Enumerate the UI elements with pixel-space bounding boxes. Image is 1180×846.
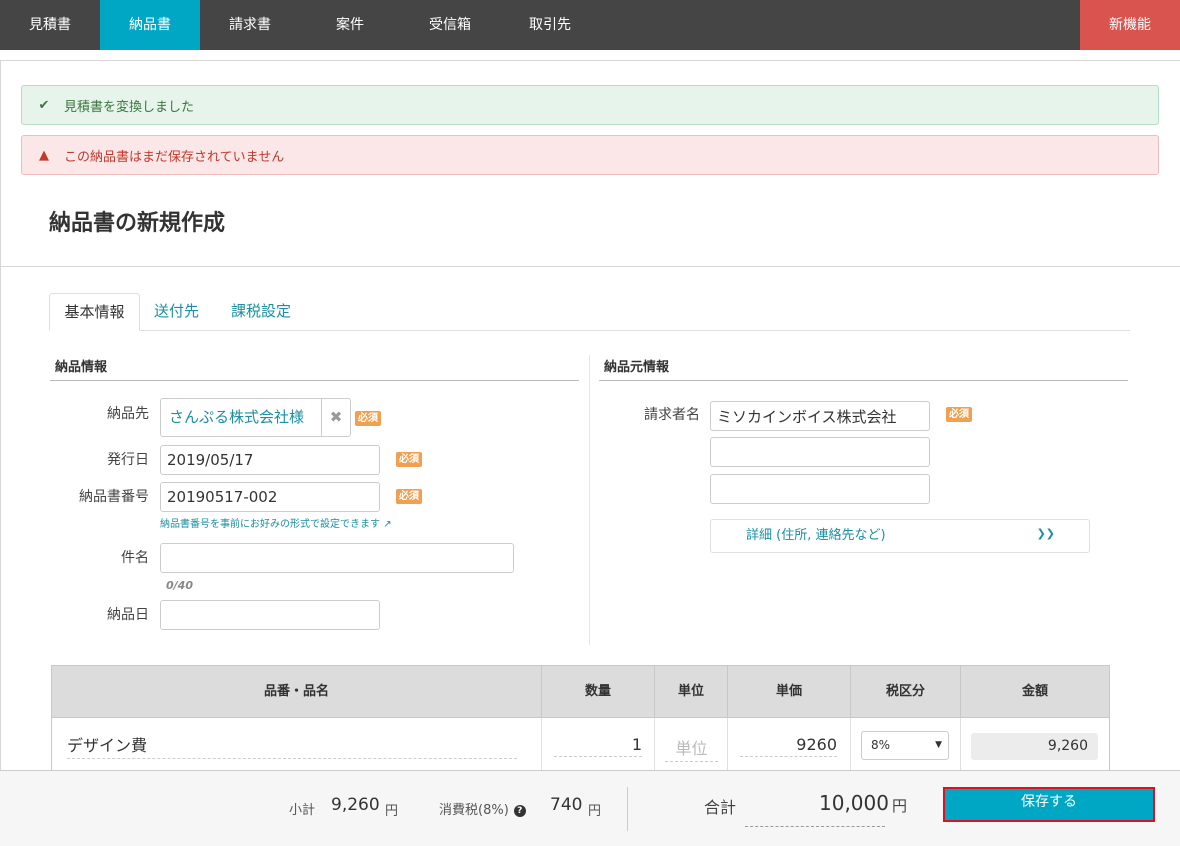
top-nav: 見積書 納品書 請求書 案件 受信箱 取引先 新機能 bbox=[0, 0, 1180, 50]
amount-value: 9,260 bbox=[971, 733, 1098, 760]
unit-input[interactable]: 単位 bbox=[665, 735, 718, 762]
nav-tab-delivery-notes[interactable]: 納品書 bbox=[100, 0, 200, 50]
sender-line2-input[interactable] bbox=[710, 437, 930, 467]
details-toggle-label[interactable]: 詳細 (住所, 連絡先など) bbox=[746, 520, 886, 552]
subtotal-value: 9,260 bbox=[331, 795, 380, 815]
col-tax: 税区分 bbox=[851, 666, 961, 717]
item-name-input[interactable]: デザイン費 bbox=[67, 732, 517, 759]
divider bbox=[0, 266, 1180, 267]
help-icon[interactable]: ? bbox=[513, 805, 526, 817]
tax-value: 740 bbox=[550, 795, 583, 815]
nav-tab-estimates[interactable]: 見積書 bbox=[0, 0, 100, 50]
tax-select[interactable]: 8% ▼ bbox=[861, 731, 949, 760]
footer-divider bbox=[627, 787, 628, 831]
sender-line3-input[interactable] bbox=[710, 474, 930, 504]
subtotal-label: 小計 bbox=[289, 803, 316, 818]
total-value: 10,000 bbox=[819, 791, 889, 815]
tab-tax-settings[interactable]: 課税設定 bbox=[231, 293, 291, 331]
subtotal-yen: 円 bbox=[385, 804, 399, 819]
danger-alert-text: この納品書はまだ保存されていません bbox=[64, 149, 285, 165]
tab-basic-info[interactable]: 基本情報 bbox=[49, 293, 140, 331]
success-alert: ✔ 見積書を変換しました bbox=[21, 85, 1159, 125]
danger-alert: ▲ この納品書はまだ保存されていません bbox=[21, 135, 1159, 175]
number-hint-link[interactable]: 納品書番号を事前にお好みの形式で設定できます ↗ bbox=[160, 515, 392, 530]
sender-info-rule bbox=[599, 380, 1128, 381]
total-yen: 円 bbox=[892, 797, 908, 815]
caret-down-icon[interactable]: ▼ bbox=[935, 732, 942, 759]
qty-input[interactable]: 1 bbox=[554, 735, 642, 757]
delivery-date-input[interactable] bbox=[160, 600, 380, 630]
warning-icon: ▲ bbox=[39, 147, 49, 163]
col-quantity: 数量 bbox=[542, 666, 655, 717]
unit-price-input[interactable]: 9260 bbox=[740, 735, 837, 757]
delivery-info-heading: 納品情報 bbox=[55, 360, 108, 375]
totals-footer: 小計 9,260 円 消費税(8%)? 740 円 合計 10,000 円 保存… bbox=[0, 770, 1180, 846]
client-value[interactable]: さんぷる株式会社様 bbox=[161, 399, 322, 436]
required-badge: 必須 bbox=[946, 407, 972, 422]
total-underline bbox=[745, 826, 885, 827]
tab-send-to[interactable]: 送付先 bbox=[154, 293, 199, 331]
check-icon: ✔ bbox=[38, 97, 50, 113]
requester-input[interactable]: ミソカインボイス株式会社 bbox=[710, 401, 930, 431]
number-input[interactable]: 20190517-002 bbox=[160, 482, 380, 512]
nav-tab-inbox[interactable]: 受信箱 bbox=[400, 0, 500, 50]
external-link-icon: ↗ bbox=[383, 519, 392, 530]
issue-date-input[interactable]: 2019/05/17 bbox=[160, 445, 380, 475]
nav-tab-clients[interactable]: 取引先 bbox=[500, 0, 600, 50]
tax-label: 消費税(8%)? bbox=[439, 799, 526, 818]
page-title: 納品書の新規作成 bbox=[49, 211, 226, 236]
form-tabs: 基本情報 送付先 課税設定 bbox=[49, 293, 1130, 331]
subject-input[interactable] bbox=[160, 543, 514, 573]
issue-date-label: 発行日 bbox=[107, 452, 149, 468]
column-divider bbox=[589, 355, 590, 645]
requester-label: 請求者名 bbox=[644, 407, 700, 423]
col-unit: 単位 bbox=[655, 666, 728, 717]
sender-info-heading: 納品元情報 bbox=[604, 360, 670, 375]
nav-tab-invoices[interactable]: 請求書 bbox=[200, 0, 300, 50]
tax-yen: 円 bbox=[588, 804, 602, 819]
save-button[interactable]: 保存する bbox=[943, 787, 1155, 822]
number-label: 納品書番号 bbox=[79, 489, 149, 505]
col-unit-price: 単価 bbox=[728, 666, 851, 717]
success-alert-text: 見積書を変換しました bbox=[64, 99, 195, 115]
required-badge: 必須 bbox=[396, 489, 422, 504]
total-label: 合計 bbox=[704, 798, 737, 817]
unit-cell: 単位 bbox=[655, 718, 728, 773]
subject-counter: 0/40 bbox=[166, 579, 193, 592]
client-label: 納品先 bbox=[107, 406, 149, 422]
client-selector[interactable]: さんぷる株式会社様 ✖ bbox=[160, 398, 351, 437]
tax-select-value[interactable]: 8% bbox=[871, 738, 890, 752]
table-row: デザイン費 1 単位 9260 8% ▼ 9,260 bbox=[51, 718, 1110, 773]
tax-cell: 8% ▼ bbox=[851, 718, 961, 773]
double-chevron-down-icon[interactable]: ❯❯ bbox=[1037, 520, 1055, 548]
details-toggle[interactable]: 詳細 (住所, 連絡先など) ❯❯ bbox=[710, 519, 1090, 553]
item-name-cell: デザイン費 bbox=[52, 718, 542, 773]
new-feature-button[interactable]: 新機能 bbox=[1080, 0, 1180, 50]
nav-tab-projects[interactable]: 案件 bbox=[300, 0, 400, 50]
items-table-header: 品番・品名 数量 単位 単価 税区分 金額 bbox=[51, 665, 1110, 718]
required-badge: 必須 bbox=[355, 411, 381, 426]
clear-client-icon[interactable]: ✖ bbox=[322, 399, 350, 436]
number-hint-text[interactable]: 納品書番号を事前にお好みの形式で設定できます bbox=[160, 519, 380, 530]
delivery-date-label: 納品日 bbox=[107, 607, 149, 623]
amount-cell: 9,260 bbox=[961, 718, 1109, 773]
required-badge: 必須 bbox=[396, 452, 422, 467]
qty-cell: 1 bbox=[542, 718, 655, 773]
delivery-info-rule bbox=[50, 380, 579, 381]
subject-label: 件名 bbox=[121, 550, 149, 566]
col-item-name: 品番・品名 bbox=[52, 666, 542, 717]
col-amount: 金額 bbox=[1021, 684, 1048, 699]
tax-label-text: 消費税(8%) bbox=[439, 803, 509, 818]
price-cell: 9260 bbox=[728, 718, 851, 773]
